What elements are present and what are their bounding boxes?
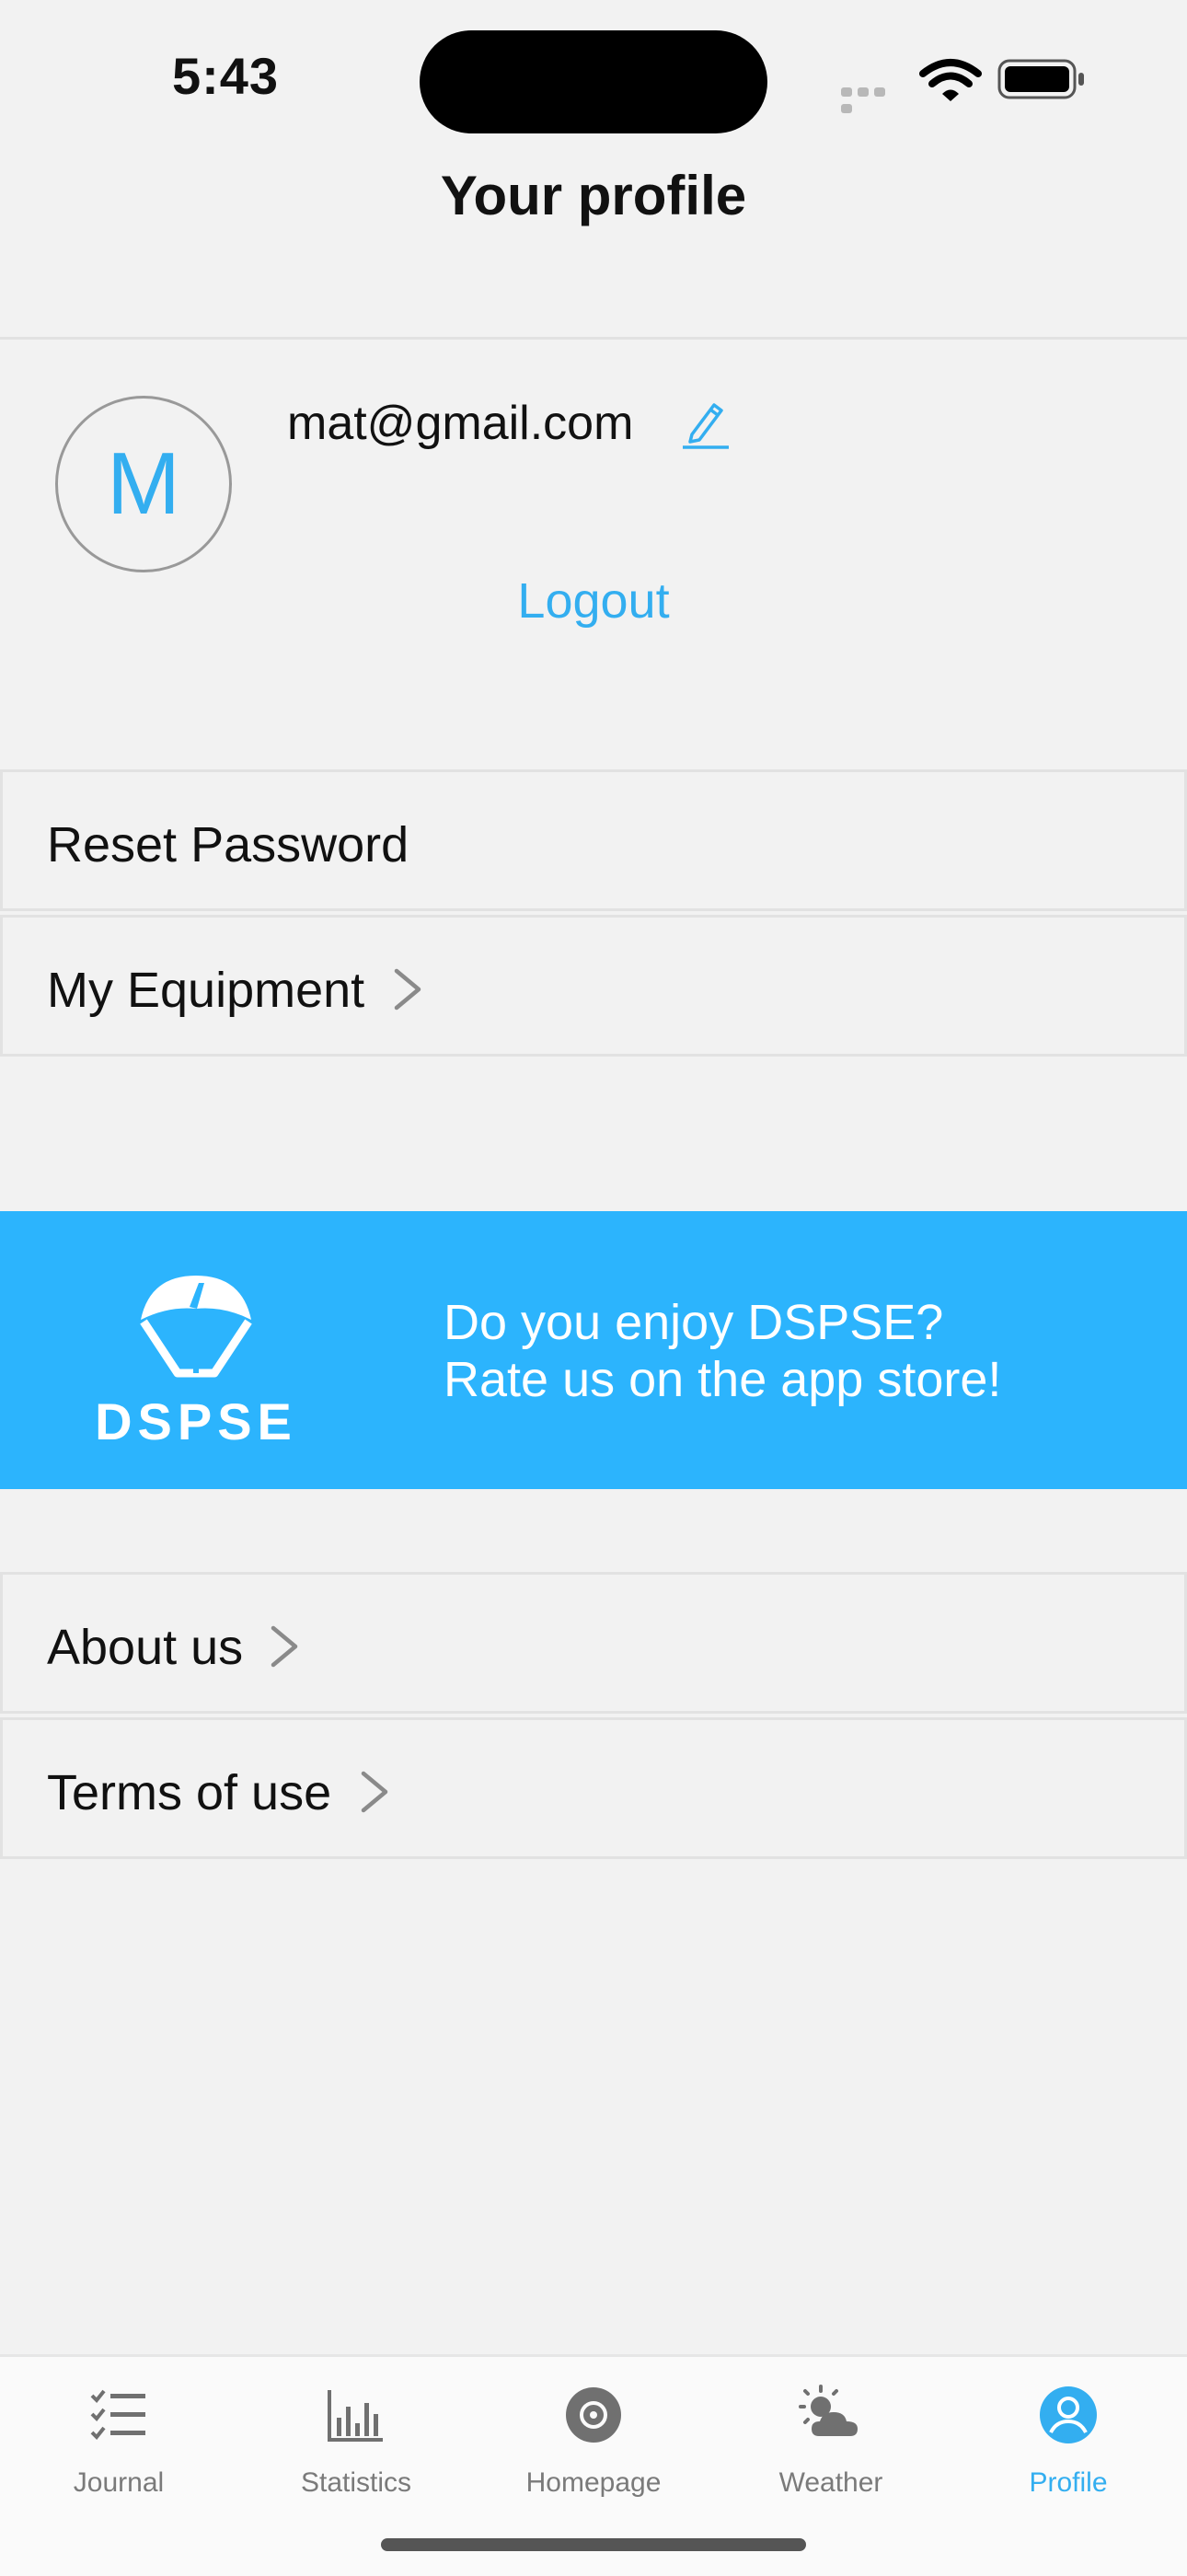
banner-question: Do you enjoy DSPSE? (444, 1295, 944, 1350)
my-equipment-label: My Equipment (47, 963, 365, 1018)
rate-app-banner[interactable]: DSPSE Do you enjoy DSPSE? Rate us on the… (0, 1211, 1187, 1489)
logo-text: DSPSE (95, 1392, 297, 1450)
sun-cloud-icon (799, 2385, 858, 2436)
logout-button[interactable]: Logout (0, 572, 1187, 630)
tab-label: Weather (778, 2467, 883, 2498)
checklist-icon (90, 2389, 145, 2440)
terms-of-use-label: Terms of use (47, 1765, 332, 1820)
status-time: 5:43 (171, 47, 280, 105)
cellular-signal-icon (841, 85, 905, 113)
tab-label: Journal (73, 2467, 165, 2498)
tab-weather[interactable]: Weather (712, 2383, 950, 2499)
tab-journal[interactable]: Journal (0, 2383, 237, 2499)
tab-statistics[interactable]: Statistics (237, 2383, 475, 2499)
battery-icon (997, 59, 1084, 99)
home-indicator[interactable] (381, 2538, 806, 2551)
chevron-right-icon (271, 1625, 298, 1668)
banner-cta: Rate us on the app store! (444, 1352, 1002, 1407)
bar-chart-icon (328, 2390, 383, 2442)
tab-label: Statistics (300, 2467, 412, 2498)
reset-password-label: Reset Password (47, 817, 409, 872)
wifi-icon (919, 59, 982, 101)
chevron-right-icon (361, 1771, 388, 1813)
terms-of-use-row[interactable]: Terms of use (0, 1717, 1187, 1859)
user-email: mat@gmail.com (287, 397, 634, 450)
header-divider (0, 337, 1187, 340)
tab-profile[interactable]: Profile (950, 2383, 1187, 2499)
reset-password-row[interactable]: Reset Password (0, 769, 1187, 911)
tab-label: Homepage (525, 2467, 662, 2498)
edit-pencil-icon[interactable] (679, 398, 732, 451)
dynamic-island (420, 30, 767, 133)
page-title: Your profile (440, 165, 747, 226)
tab-homepage[interactable]: Homepage (475, 2383, 712, 2499)
target-icon (566, 2387, 621, 2443)
avatar: M (55, 396, 232, 572)
tab-label: Profile (1029, 2467, 1108, 2498)
chevron-right-icon (394, 968, 421, 1011)
my-equipment-row[interactable]: My Equipment (0, 915, 1187, 1057)
user-icon (1040, 2386, 1097, 2443)
about-us-row[interactable]: About us (0, 1572, 1187, 1714)
about-us-label: About us (47, 1620, 244, 1675)
